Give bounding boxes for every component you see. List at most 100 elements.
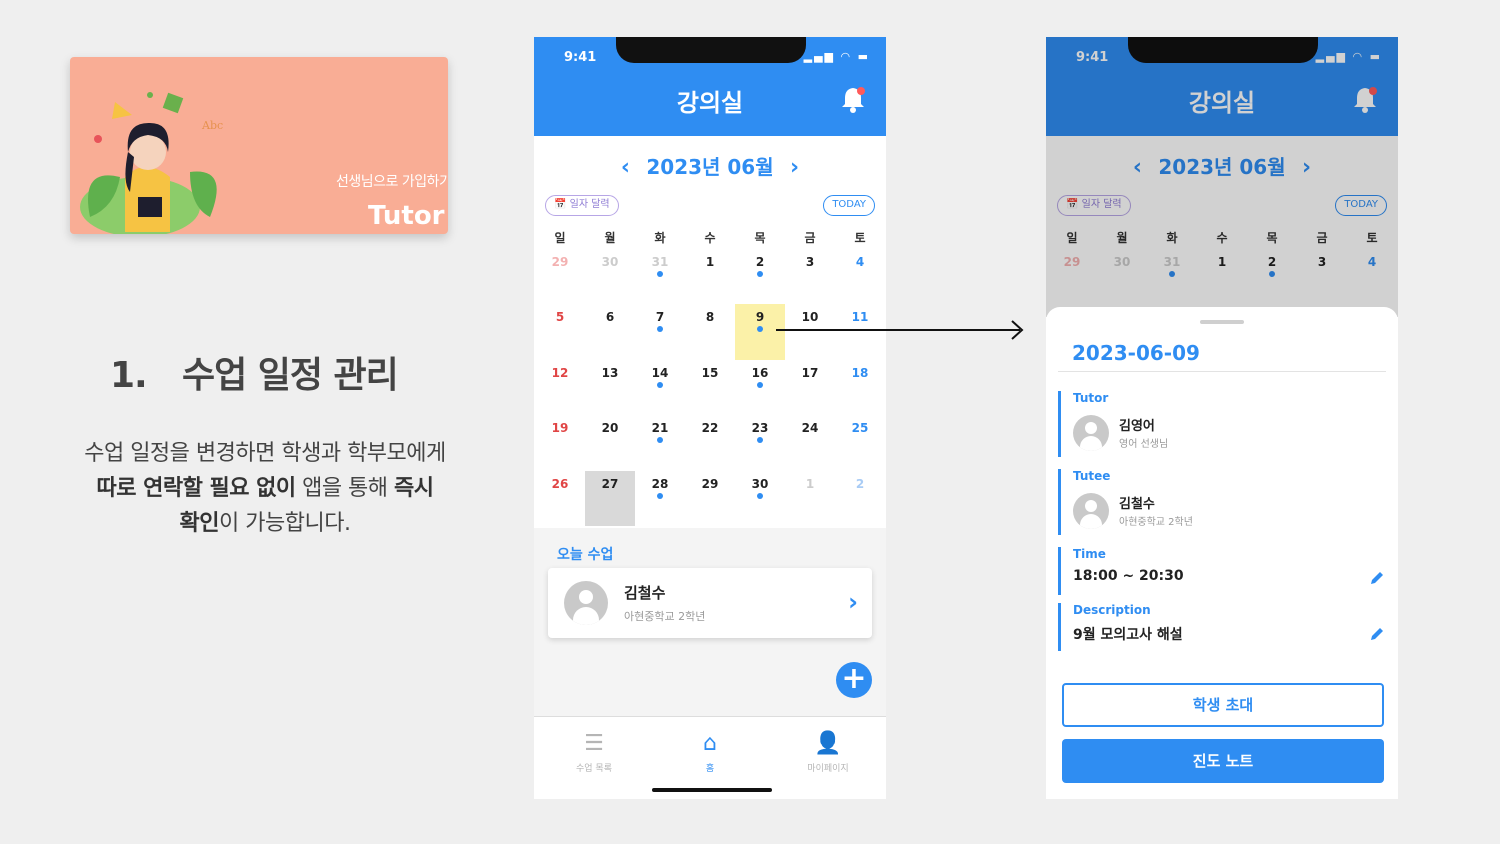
calendar-day[interactable]: 29 [535, 249, 585, 304]
calendar-day[interactable]: 3 [785, 249, 835, 304]
calendar-week: 12 13 14 15 16 17 18 [535, 360, 885, 415]
calendar-day[interactable]: 1 [685, 249, 735, 304]
calendar-day[interactable]: 21 [635, 415, 685, 470]
weekday-header: 일 월 화 수 목 금 토 [535, 227, 885, 249]
calendar-day[interactable]: 4 [835, 249, 885, 304]
day-number: 3 [1317, 255, 1327, 269]
day-number: 14 [651, 365, 669, 380]
calendar-day[interactable]: 15 [685, 360, 735, 415]
calendar-day[interactable]: 16 [735, 360, 785, 415]
calendar-day[interactable]: 29 [1047, 249, 1097, 304]
calendar-day[interactable]: 24 [785, 415, 835, 470]
calendar-day[interactable]: 6 [585, 304, 635, 359]
calendar-day[interactable]: 19 [535, 415, 585, 470]
desc-bold2: 즉시 [394, 476, 434, 501]
chevron-right-icon: › [848, 588, 858, 616]
progress-note-button[interactable]: 진도 노트 [1062, 739, 1384, 783]
class-dot-indicator [757, 437, 763, 444]
section-heading: 1. 수업 일정 관리 [110, 346, 399, 398]
tutee-info: Tutee 김철수 아현중학교 2학년 [1058, 469, 1386, 535]
calendar-day[interactable]: 25 [835, 415, 885, 470]
calendar-day[interactable]: 23 [735, 415, 785, 470]
calendar-day[interactable]: 3 [1297, 249, 1347, 304]
calendar-day[interactable]: 7 [635, 304, 685, 359]
tutor-info: Tutor 김영어 영어 선생님 [1058, 391, 1386, 457]
tab-mypage[interactable]: 👤 마이페이지 [778, 731, 878, 774]
next-month-button[interactable]: › [781, 155, 809, 180]
description-value: 9월 모의고사 해설 [1073, 627, 1183, 643]
calendar-day[interactable]: 8 [685, 304, 735, 359]
tab-home[interactable]: ⌂ 홈 [660, 731, 760, 774]
calendar-day[interactable]: 30 [585, 249, 635, 304]
section-title: 수업 일정 관리 [182, 355, 399, 396]
date-picker-button[interactable]: 📅 일자 달력 [1057, 195, 1131, 216]
calendar-day[interactable]: 22 [685, 415, 735, 470]
calendar-day[interactable]: 14 [635, 360, 685, 415]
bell-icon[interactable] [840, 85, 866, 113]
calendar-day[interactable]: 27 [585, 470, 635, 526]
class-dot-indicator [657, 326, 663, 333]
day-number: 30 [1113, 255, 1131, 269]
bottom-tab-bar: ☰ 수업 목록 ⌂ 홈 👤 마이페이지 [534, 716, 886, 799]
calendar-day[interactable]: 20 [585, 415, 635, 470]
day-number: 2 [1267, 255, 1277, 269]
calendar-day[interactable]: 17 [785, 360, 835, 415]
class-card[interactable]: 김철수 아현중학교 2학년 › [548, 568, 872, 638]
date-picker-button[interactable]: 📅 일자 달력 [545, 195, 619, 216]
calendar-week: 26 27 28 29 30 1 2 [535, 470, 885, 526]
calendar-week: 29 30 31 1 2 3 4 [535, 249, 885, 304]
class-dot-indicator [757, 271, 763, 277]
calendar-day[interactable]: 26 [535, 471, 585, 526]
weekday-label: 토 [854, 231, 866, 245]
day-number: 13 [601, 365, 619, 380]
calendar-day[interactable]: 2 [1247, 249, 1297, 304]
next-month-button[interactable]: › [1293, 155, 1321, 180]
student-school: 아현중학교 2학년 [624, 610, 706, 623]
calendar-day[interactable]: 5 [535, 304, 585, 359]
day-number: 12 [551, 365, 569, 380]
invite-student-button[interactable]: 학생 초대 [1062, 683, 1384, 727]
calendar-day[interactable]: 1 [1197, 249, 1247, 304]
calendar-day[interactable]: 4 [1347, 249, 1397, 304]
calendar-day[interactable]: 2 [835, 471, 885, 526]
calendar-day[interactable]: 1 [785, 471, 835, 526]
edit-pencil-icon[interactable] [1370, 627, 1384, 641]
calendar-day[interactable]: 28 [635, 471, 685, 526]
day-number: 23 [751, 421, 769, 436]
prev-month-button[interactable]: ‹ [1123, 155, 1151, 180]
calendar-week: 29 30 31 1 2 3 4 [1047, 249, 1397, 304]
tutee-label: Tutee [1073, 469, 1111, 483]
calendar-day[interactable]: 13 [585, 360, 635, 415]
phone-detail-screen: 9:41 ▂▄▆ ◠ ▬ 강의실 ‹ 2023년 06월 › 📅 일자 달력 T… [1046, 37, 1398, 799]
calendar-day[interactable]: 31 [635, 249, 685, 304]
add-class-button[interactable]: + [836, 662, 872, 698]
bell-icon[interactable] [1352, 85, 1378, 113]
calendar-day[interactable]: 30 [1097, 249, 1147, 304]
edit-pencil-icon[interactable] [1370, 571, 1384, 585]
calendar-day[interactable]: 18 [835, 360, 885, 415]
desc-plain2: 앱을 통해 [295, 476, 395, 501]
today-button[interactable]: TODAY [1335, 195, 1387, 216]
class-dot-indicator [757, 492, 763, 499]
prev-month-button[interactable]: ‹ [611, 155, 639, 180]
description-label: Description [1073, 603, 1151, 617]
calendar-day[interactable]: 2 [735, 249, 785, 304]
day-number: 15 [701, 365, 719, 380]
day-number: 3 [805, 255, 815, 269]
card-title: Tutor [368, 201, 445, 231]
calendar-day[interactable]: 31 [1147, 249, 1197, 304]
desc-bold1: 따로 연락할 필요 없이 [96, 476, 296, 501]
calendar-day[interactable]: 12 [535, 360, 585, 415]
calendar-day[interactable]: 29 [685, 471, 735, 526]
class-dot-indicator [757, 381, 763, 388]
calendar-day[interactable]: 30 [735, 471, 785, 526]
today-button[interactable]: TODAY [823, 195, 875, 216]
sheet-handle[interactable] [1200, 320, 1244, 324]
class-dot-indicator [757, 326, 763, 333]
status-icons: ▂▄▆ ◠ ▬ [1315, 50, 1382, 63]
desc-bold3: 확인 [179, 511, 220, 536]
tab-label: 홈 [705, 764, 715, 774]
weekday-label: 화 [654, 231, 666, 245]
day-number: 26 [551, 476, 569, 491]
tab-class-list[interactable]: ☰ 수업 목록 [544, 731, 644, 774]
